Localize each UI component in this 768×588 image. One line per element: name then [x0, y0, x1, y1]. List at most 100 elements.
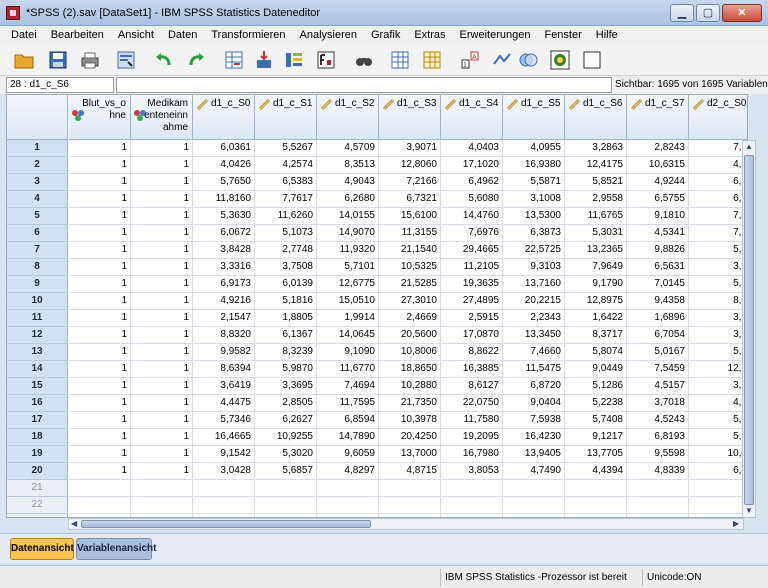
data-cell[interactable]: 4,8715 — [379, 463, 441, 480]
data-cell[interactable]: 5,1073 — [255, 225, 317, 242]
cell-value-field[interactable] — [116, 77, 612, 93]
data-cell[interactable]: 9,1090 — [317, 344, 379, 361]
data-cell[interactable]: 5,0 — [689, 412, 747, 429]
cell-reference-field[interactable]: 28 : d1_c_S6 — [6, 77, 114, 93]
scroll-right-icon[interactable]: ▶ — [733, 519, 739, 528]
data-cell[interactable]: 9,6059 — [317, 446, 379, 463]
data-cell[interactable]: 16,3885 — [441, 361, 503, 378]
data-cell[interactable]: 3,7018 — [627, 395, 689, 412]
data-cell[interactable]: 8,3513 — [317, 157, 379, 174]
data-cell[interactable] — [565, 480, 627, 497]
data-cell[interactable]: 11,7595 — [317, 395, 379, 412]
scroll-up-icon[interactable]: ▲ — [745, 142, 753, 151]
redo-button[interactable] — [182, 47, 210, 73]
data-cell[interactable]: 5,9 — [689, 429, 747, 446]
data-cell[interactable]: 3,9071 — [379, 140, 441, 157]
data-cell[interactable]: 4,7490 — [503, 463, 565, 480]
data-cell[interactable]: 12,4175 — [565, 157, 627, 174]
data-cell[interactable]: 1 — [69, 276, 131, 293]
data-cell[interactable]: 8,3717 — [565, 327, 627, 344]
run-descriptives-button[interactable] — [312, 47, 340, 73]
menu-hilfe[interactable]: Hilfe — [589, 29, 625, 41]
data-cell[interactable]: 7,0145 — [627, 276, 689, 293]
data-cell[interactable]: 21,1540 — [379, 242, 441, 259]
data-cell[interactable]: 5,8 — [689, 344, 747, 361]
data-cell[interactable]: 1 — [69, 140, 131, 157]
data-cell[interactable]: 1 — [131, 259, 193, 276]
data-cell[interactable]: 3,8428 — [193, 242, 255, 259]
data-cell[interactable]: 6,5755 — [627, 191, 689, 208]
data-cell[interactable]: 4,8297 — [317, 463, 379, 480]
data-cell[interactable]: 4,4475 — [193, 395, 255, 412]
data-cell[interactable]: 16,4665 — [193, 429, 255, 446]
data-cell[interactable]: 1 — [131, 310, 193, 327]
row-header[interactable]: 1 — [7, 140, 68, 157]
data-cell[interactable]: 27,4895 — [441, 293, 503, 310]
column-header[interactable]: d1_c_S5 — [503, 95, 565, 140]
data-cell[interactable]: 11,2105 — [441, 259, 503, 276]
data-cell[interactable]: 6,7321 — [379, 191, 441, 208]
data-cell[interactable]: 13,9405 — [503, 446, 565, 463]
menu-ansicht[interactable]: Ansicht — [111, 29, 161, 41]
data-cell[interactable]: 8,8622 — [441, 344, 503, 361]
data-cell[interactable]: 27,3010 — [379, 293, 441, 310]
data-cell[interactable]: 6,9173 — [193, 276, 255, 293]
save-button[interactable] — [44, 47, 72, 73]
data-cell[interactable]: 22,0750 — [441, 395, 503, 412]
data-cell[interactable] — [317, 497, 379, 514]
data-cell[interactable]: 6,0361 — [193, 140, 255, 157]
data-cell[interactable]: 3,6419 — [193, 378, 255, 395]
data-cell[interactable] — [193, 480, 255, 497]
data-cell[interactable]: 7,4694 — [317, 378, 379, 395]
row-header[interactable]: 23 — [7, 514, 68, 517]
data-cell[interactable]: 1 — [131, 140, 193, 157]
data-cell[interactable]: 1 — [69, 259, 131, 276]
data-cell[interactable]: 7,9649 — [565, 259, 627, 276]
vertical-scrollbar[interactable]: ▲ ▼ — [742, 140, 756, 518]
data-cell[interactable]: 6,8 — [689, 463, 747, 480]
data-cell[interactable]: 1 — [131, 225, 193, 242]
data-cell[interactable]: 9,1810 — [627, 208, 689, 225]
data-cell[interactable]: 16,4230 — [503, 429, 565, 446]
data-cell[interactable]: 2,8505 — [255, 395, 317, 412]
data-cell[interactable]: 3,3695 — [255, 378, 317, 395]
data-cell[interactable]: 5,3031 — [565, 225, 627, 242]
row-header[interactable]: 20 — [7, 463, 68, 480]
data-cell[interactable]: 4,5341 — [627, 225, 689, 242]
use-sets-button[interactable] — [578, 47, 606, 73]
data-cell[interactable]: 5,1816 — [255, 293, 317, 310]
horizontal-scroll-thumb[interactable] — [81, 520, 371, 528]
data-cell[interactable]: 1 — [131, 378, 193, 395]
data-cell[interactable] — [379, 497, 441, 514]
data-cell[interactable]: 14,7890 — [317, 429, 379, 446]
data-cell[interactable] — [565, 497, 627, 514]
data-cell[interactable]: 11,8160 — [193, 191, 255, 208]
scroll-down-icon[interactable]: ▼ — [745, 506, 753, 515]
data-cell[interactable]: 14,0645 — [317, 327, 379, 344]
data-cell[interactable]: 10,3978 — [379, 412, 441, 429]
data-cell[interactable]: 1 — [69, 412, 131, 429]
data-cell[interactable]: 3,2 — [689, 378, 747, 395]
data-cell[interactable]: 4,0403 — [441, 140, 503, 157]
data-cell[interactable]: 5,0167 — [627, 344, 689, 361]
row-header[interactable]: 15 — [7, 378, 68, 395]
dialog-recall-button[interactable] — [112, 47, 140, 73]
print-button[interactable] — [76, 47, 104, 73]
data-cell[interactable]: 16,7980 — [441, 446, 503, 463]
open-folder-button[interactable] — [10, 47, 38, 73]
data-cell[interactable]: 1 — [131, 344, 193, 361]
data-cell[interactable]: 19,2095 — [441, 429, 503, 446]
data-cell[interactable]: 7,9 — [689, 140, 747, 157]
row-header[interactable]: 18 — [7, 429, 68, 446]
data-cell[interactable]: 2,8243 — [627, 140, 689, 157]
undo-button[interactable] — [150, 47, 178, 73]
data-cell[interactable]: 10,5325 — [379, 259, 441, 276]
weight-cases-button[interactable] — [488, 47, 516, 73]
data-cell[interactable]: 4,9216 — [193, 293, 255, 310]
row-header[interactable]: 4 — [7, 191, 68, 208]
data-cell[interactable]: 5,2238 — [565, 395, 627, 412]
data-cell[interactable]: 13,5300 — [503, 208, 565, 225]
goto-variable-button[interactable] — [250, 47, 278, 73]
data-cell[interactable]: 5,8521 — [565, 174, 627, 191]
data-cell[interactable]: 9,4358 — [627, 293, 689, 310]
